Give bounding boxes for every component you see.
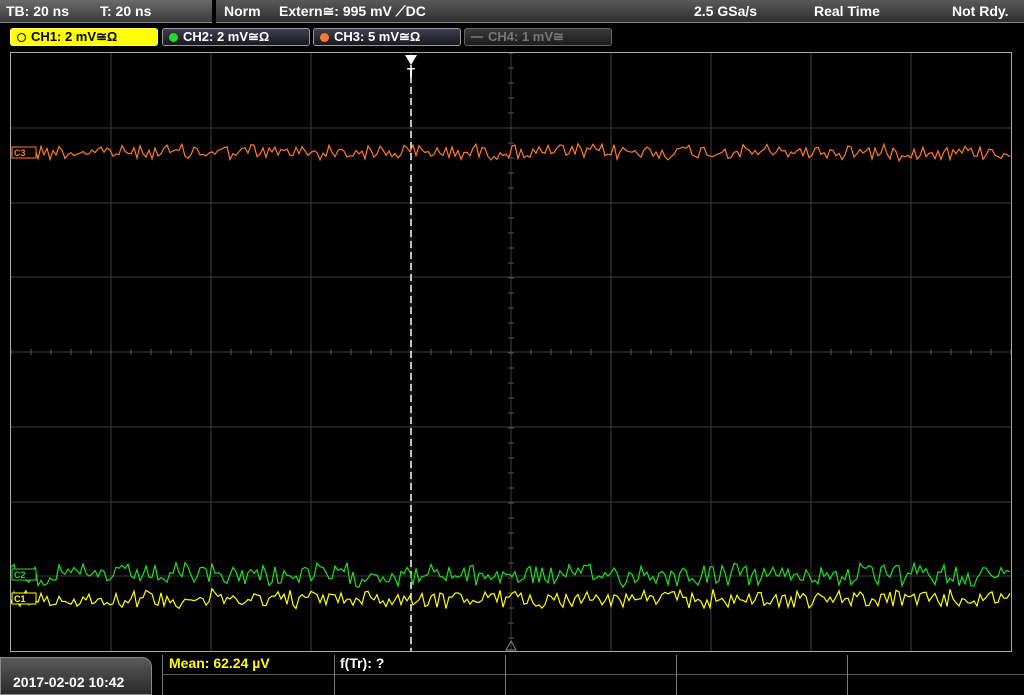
channel-1-label: CH1: 2 mV≅Ω	[31, 29, 118, 44]
date-time-label: 2017-02-02 10:42	[13, 674, 125, 690]
channel-2-tab[interactable]: CH2: 2 mV≅Ω	[162, 28, 310, 46]
measurement-divider-3	[676, 655, 677, 695]
timebase-label: TB: 20 ns	[6, 3, 70, 19]
channel-4-label: CH4: 1 mV≅	[488, 29, 564, 44]
channel-2-label: CH2: 2 mV≅Ω	[183, 29, 270, 44]
mean-measurement[interactable]: Mean: 62.24 µV	[169, 655, 270, 671]
measurement-divider-1	[334, 655, 335, 695]
measurement-bar: 2017-02-02 10:42 Mean: 62.24 µV f(Tr): ?	[0, 655, 1024, 695]
channel-2-indicator-icon	[169, 32, 178, 42]
channel-4-indicator-icon	[471, 36, 483, 38]
channel-3-indicator-icon	[320, 32, 329, 42]
channel-1-tab[interactable]: CH1: 2 mV≅Ω	[10, 28, 158, 46]
waveform-canvas: T C3 C2 C1	[11, 53, 1011, 651]
acquisition-mode-label: Real Time	[814, 3, 880, 19]
trigger-time-label: T: 20 ns	[100, 3, 152, 19]
sample-rate-label: 2.5 GSa/s	[694, 3, 758, 19]
trigger-mode-label: Norm	[224, 3, 261, 19]
measurement-grid	[162, 655, 1024, 695]
top-status-bar: TB: 20 ns T: 20 ns Norm Extern≅: 995 mV …	[0, 0, 1024, 24]
trigger-marker-arrow-icon	[405, 55, 417, 65]
measurement-divider-2	[505, 655, 506, 695]
channel-1-offset-marker[interactable]: C1	[11, 592, 37, 605]
trigger-marker-label: T	[407, 65, 415, 80]
waveform-display[interactable]: T C3 C2 C1	[10, 52, 1012, 652]
channel-1-marker-label: C1	[14, 594, 26, 604]
channel-4-tab[interactable]: CH4: 1 mV≅	[464, 28, 612, 46]
measurement-divider-4	[847, 655, 848, 695]
date-time-box: 2017-02-02 10:42	[0, 657, 152, 695]
channel-1-indicator-icon	[17, 32, 26, 42]
channel-3-label: CH3: 5 mV≅Ω	[334, 29, 421, 44]
acquisition-status-panel[interactable]: Norm Extern≅: 995 mV ⟋DC 2.5 GSa/s Real …	[216, 0, 1024, 23]
channel-3-tab[interactable]: CH3: 5 mV≅Ω	[313, 28, 461, 46]
timebase-panel[interactable]: TB: 20 ns T: 20 ns	[0, 0, 212, 23]
channel-3-marker-label: C3	[14, 148, 26, 158]
channel-2-offset-marker[interactable]: C2	[11, 568, 37, 581]
frequency-measurement[interactable]: f(Tr): ?	[340, 655, 384, 671]
measurement-row-divider	[162, 674, 1024, 675]
trigger-source-label: Extern≅: 995 mV ⟋DC	[279, 3, 426, 19]
run-status-label: Not Rdy.	[952, 3, 1009, 19]
channel-3-offset-marker[interactable]: C3	[11, 146, 37, 159]
channel-2-marker-label: C2	[14, 570, 26, 580]
graticule-grid	[11, 53, 1011, 651]
